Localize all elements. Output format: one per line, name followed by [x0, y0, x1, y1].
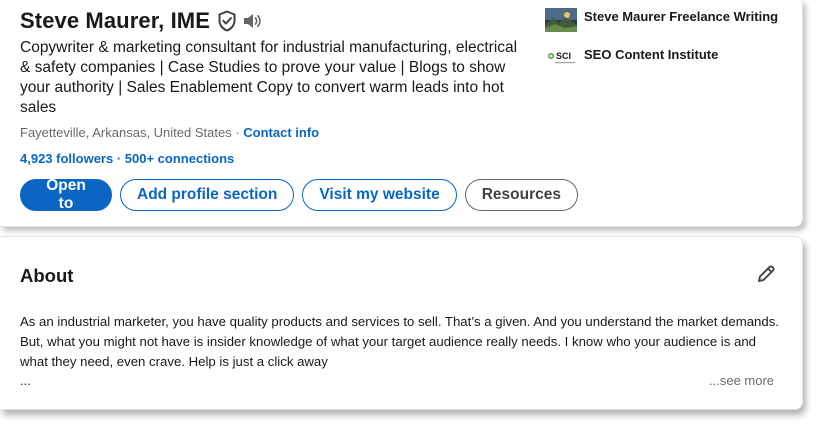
see-more-button[interactable]: ...see more	[709, 373, 774, 388]
location-row: Fayetteville, Arkansas, United States · …	[20, 125, 319, 140]
profile-actions: Open to Add profile section Visit my web…	[20, 177, 578, 212]
connections-link[interactable]: 500+ connections	[125, 151, 234, 166]
resources-button[interactable]: Resources	[464, 179, 578, 211]
experience-company: Steve Maurer Freelance Writing	[584, 9, 779, 24]
experience-item[interactable]: Steve Maurer Freelance Writing	[545, 8, 785, 32]
profile-top-card: Steve Maurer, IME Copywriter & marketing…	[0, 0, 803, 227]
visit-website-button[interactable]: Visit my website	[302, 179, 457, 211]
about-ellipsis: ...	[20, 373, 31, 388]
profile-location: Fayetteville, Arkansas, United States	[20, 125, 232, 140]
svg-text:SCI: SCI	[556, 51, 571, 61]
about-card: About As an industrial marketer, you hav…	[0, 236, 803, 410]
contact-info-link[interactable]: Contact info	[243, 125, 319, 140]
network-separator: ·	[113, 151, 125, 166]
experience-summary: Steve Maurer Freelance Writing SCI SEO C…	[545, 8, 785, 84]
add-profile-section-button[interactable]: Add profile section	[120, 179, 295, 211]
experience-company: SEO Content Institute	[584, 47, 719, 62]
speaker-icon[interactable]	[242, 12, 262, 30]
about-text: As an industrial marketer, you have qual…	[20, 314, 779, 369]
pencil-icon[interactable]	[755, 263, 777, 285]
about-title: About	[20, 265, 74, 286]
experience-item[interactable]: SCI SEO Content Institute	[545, 46, 785, 70]
profile-headline: Copywriter & marketing consultant for in…	[20, 39, 518, 116]
sci-logo: SCI	[545, 46, 577, 70]
followers-link[interactable]: 4,923 followers	[20, 151, 113, 166]
location-separator: ·	[231, 125, 244, 140]
profile-name: Steve Maurer, IME	[20, 8, 210, 33]
shield-check-icon[interactable]	[217, 10, 237, 32]
network-row: 4,923 followers · 500+ connections	[20, 151, 234, 166]
name-row: Steve Maurer, IME	[20, 8, 262, 34]
landscape-logo	[545, 8, 577, 32]
open-to-button[interactable]: Open to	[20, 177, 112, 212]
